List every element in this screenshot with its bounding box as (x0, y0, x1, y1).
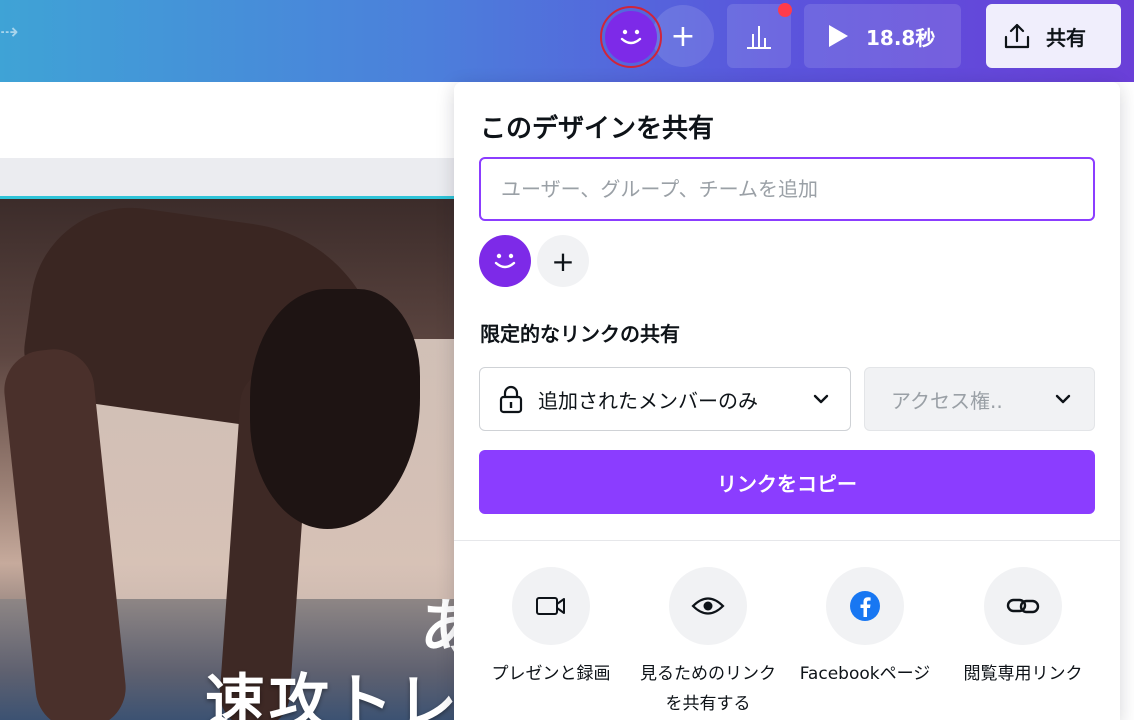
option-view-link[interactable]: 見るためのリンクを共有する (633, 567, 783, 719)
present-play-button[interactable]: 18.8秒 (804, 4, 961, 68)
upload-icon (1004, 23, 1030, 49)
facebook-icon (850, 591, 880, 621)
share-panel: このデザインを共有 + 限定的なリンクの共有 追加されたメンバーのみ アクセス権… (454, 82, 1120, 720)
share-button[interactable]: 共有 (986, 4, 1121, 68)
editor-toolbar-area (0, 82, 460, 158)
notification-dot (778, 3, 792, 17)
add-people-input[interactable] (479, 157, 1095, 221)
smiley-avatar-icon (494, 253, 516, 269)
play-icon (829, 25, 848, 47)
option-label: プレゼンと録画 (491, 664, 611, 684)
access-scope-dropdown[interactable]: 追加されたメンバーのみ (479, 367, 851, 431)
add-member-button[interactable]: + (537, 235, 589, 287)
access-scope-value: 追加されたメンバーのみ (538, 388, 758, 413)
duration-label: 18.8秒 (866, 25, 936, 50)
eye-icon (691, 597, 725, 615)
bar-chart-icon (747, 26, 771, 49)
smiley-avatar-icon (605, 11, 657, 63)
option-icon-circle (984, 567, 1062, 645)
panel-title: このデザインを共有 (480, 114, 715, 144)
option-icon-circle (512, 567, 590, 645)
option-label: Facebookページ (799, 664, 931, 684)
option-icon-circle (826, 567, 904, 645)
access-permission-value: アクセス権.. (891, 388, 1003, 413)
design-canvas-image[interactable]: あ 速攻トレ (0, 199, 460, 720)
share-button-label: 共有 (1046, 25, 1086, 50)
restricted-link-heading: 限定的なリンクの共有 (480, 322, 680, 346)
canvas-background (0, 158, 460, 198)
member-avatar[interactable] (479, 235, 531, 287)
copy-link-button[interactable]: リンクをコピー (479, 450, 1095, 514)
chevron-down-icon (813, 394, 829, 404)
link-icon (1006, 598, 1040, 614)
option-facebook-page[interactable]: Facebookページ (790, 567, 940, 689)
editor-top-bar: ⇢ + 18.8秒 共有 (0, 0, 1134, 82)
video-camera-icon (536, 597, 565, 615)
canvas-text-line2[interactable]: 速攻トレ (205, 654, 460, 720)
lock-icon (499, 385, 523, 414)
option-label: 見るためのリンクを共有する (640, 664, 776, 714)
option-icon-circle (669, 567, 747, 645)
chevron-down-icon (1055, 394, 1071, 404)
access-permission-dropdown[interactable]: アクセス権.. (864, 367, 1095, 431)
option-present-record[interactable]: プレゼンと録画 (476, 567, 626, 689)
divider (454, 540, 1120, 541)
user-avatar-button[interactable] (600, 6, 662, 68)
option-view-only-link[interactable]: 閲覧専用リンク (948, 567, 1098, 689)
option-label: 閲覧専用リンク (963, 664, 1083, 684)
redo-icon[interactable]: ⇢ (0, 20, 20, 48)
